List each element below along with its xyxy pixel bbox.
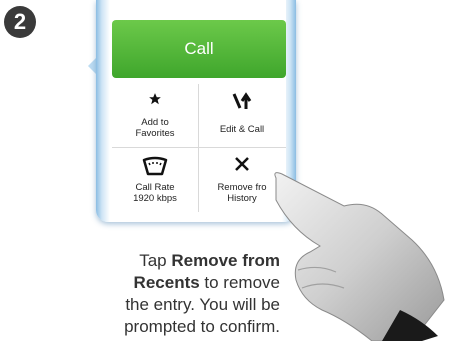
instruction-line4: prompted to confirm.: [124, 317, 280, 336]
instruction-line3: the entry. You will be: [125, 295, 280, 314]
pointing-hand-illustration: [274, 172, 445, 341]
instruction-text: Tap Remove from Recents to remove the en…: [40, 250, 280, 338]
call-rate-value: 1920 kbps: [133, 193, 177, 204]
instruction-prefix: Tap: [139, 251, 172, 270]
step-number-badge: 2: [4, 6, 36, 38]
edit-and-call-button[interactable]: Edit & Call: [199, 84, 285, 147]
edit-call-arrows-icon: [199, 92, 285, 112]
call-button[interactable]: Call: [112, 20, 286, 78]
star-icon: [112, 92, 198, 112]
add-to-favorites-button[interactable]: Add to Favorites: [112, 84, 198, 147]
edit-and-call-label: Edit & Call: [219, 124, 265, 135]
call-rate-label: Call Rate: [135, 182, 175, 193]
speedometer-icon: [112, 156, 198, 176]
add-to-favorites-label-line1: Add to: [141, 117, 169, 128]
add-to-favorites-label-line2: Favorites: [135, 128, 175, 139]
call-rate-button[interactable]: Call Rate 1920 kbps: [112, 148, 198, 211]
instruction-bold-target: Recents: [133, 273, 200, 292]
